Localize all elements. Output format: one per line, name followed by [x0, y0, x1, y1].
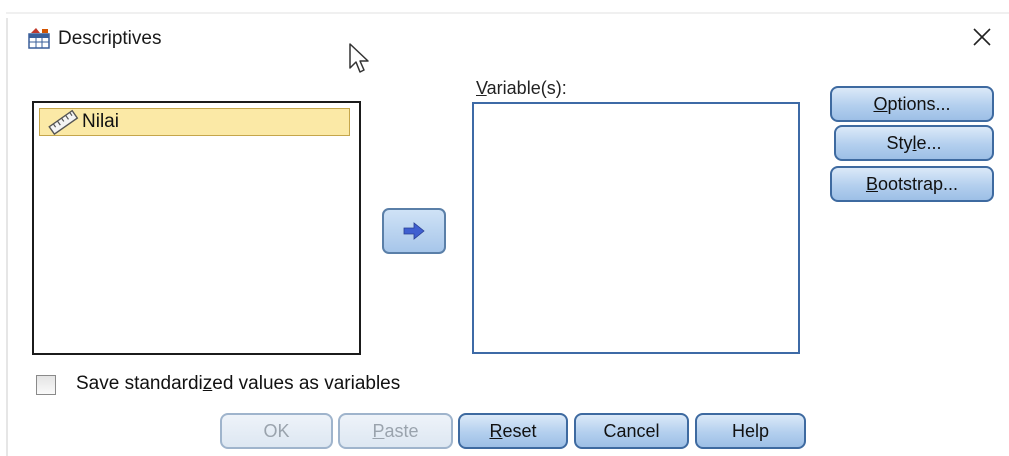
reset-button[interactable]: Reset	[458, 413, 568, 449]
close-button[interactable]	[965, 22, 999, 52]
descriptives-dialog: Descriptives Nilai Variable(s): O ptions…	[0, 0, 1009, 456]
dialog-title: Descriptives	[58, 28, 162, 49]
paste-button[interactable]: Paste	[338, 413, 453, 449]
dialog-top-edge	[6, 12, 1009, 14]
close-icon	[973, 28, 991, 46]
source-variable-list[interactable]: Nilai	[32, 101, 361, 355]
variables-label: Variable(s):	[476, 78, 567, 98]
target-variable-list[interactable]	[472, 102, 800, 354]
save-standardized-checkbox[interactable]	[36, 375, 56, 395]
style-button[interactable]: Sty l e...	[834, 125, 994, 161]
save-standardized-label: Save standardized values as variables	[76, 373, 401, 394]
right-arrow-icon	[403, 222, 425, 240]
list-item-label: Nilai	[82, 111, 119, 132]
ok-button[interactable]: OK	[220, 413, 333, 449]
bootstrap-button[interactable]: Bootstrap...	[830, 166, 994, 202]
help-button[interactable]: Help	[695, 413, 806, 449]
ruler-icon	[48, 109, 79, 135]
options-button[interactable]: Options...	[830, 86, 994, 122]
list-item[interactable]: Nilai	[39, 108, 350, 136]
cancel-button[interactable]: Cancel	[574, 413, 689, 449]
move-to-variables-button[interactable]	[382, 208, 446, 254]
mouse-cursor-icon	[349, 43, 369, 73]
dialog-left-edge	[6, 18, 8, 456]
descriptives-table-icon	[28, 28, 50, 49]
